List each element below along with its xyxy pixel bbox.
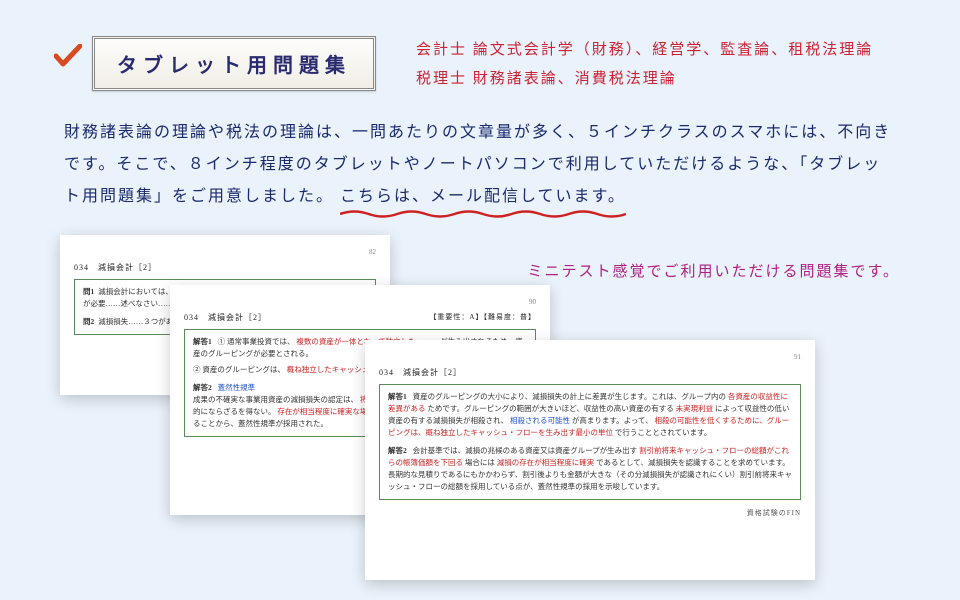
- a1-d: が高まります。よって、: [572, 416, 653, 425]
- checkmark-icon: [54, 44, 82, 68]
- subject-line-2: 税理士 財務諸表論、消費税法理論: [416, 65, 873, 94]
- page-tags: 【重要性：A】【難易度：普】: [429, 312, 536, 323]
- subject-line-1: 会計士 論文式会計学（財務）、経営学、監査論、租税法理論: [416, 36, 873, 65]
- page-number: 82: [74, 247, 376, 258]
- a2-head: 蓋然性規準: [218, 383, 256, 392]
- page-number: 90: [184, 297, 536, 308]
- a2-r2: 減損の存在が相当程度に確実: [497, 458, 595, 467]
- a2-c: であるとして、減損損失を認識することを求めています。: [596, 458, 790, 467]
- a1-part-c: ② 資産のグルーピングは、: [193, 365, 285, 374]
- answer-1: 解答1 資産のグルーピングの大小により、減損損失の計上に差異が生じます。これは、…: [388, 391, 792, 439]
- page-number: 91: [379, 352, 801, 363]
- a1-label: 解答1: [388, 391, 407, 403]
- answer-2-tail: 長期的な見積りであるにもかかわらず、割引後よりも金額が大きな（その分減損損失が認…: [388, 469, 792, 493]
- a1-bl1: 相殺される可能性: [510, 416, 570, 425]
- page-footer: 資格試験のFIN: [379, 508, 801, 519]
- page-previews: 82 034 減損会計［2］ 問1減損会計においては、資産のグルーピングが行われ…: [60, 235, 860, 600]
- page-header: 034 減損会計［2］: [379, 367, 801, 380]
- a1-a: 資産のグルーピングの大小により、減損損失の計上に差異が生じます。これは、グループ…: [413, 392, 726, 401]
- content-box: 解答1 資産のグルーピングの大小により、減損損失の計上に差異が生じます。これは、…: [379, 384, 801, 500]
- a2-label: 解答2: [193, 382, 212, 394]
- highlighted-phrase: こちらは、メール配信しています。: [340, 181, 626, 213]
- a2-part-a: 成果の不確実な事業用資産の減損損失の認定は、: [193, 395, 358, 404]
- title-badge: タブレット用問題集: [92, 36, 376, 91]
- q1-label: 問1: [83, 286, 94, 298]
- page-header: 034 減損会計［2］ 【重要性：A】【難易度：普】: [184, 312, 536, 325]
- a2-label: 解答2: [388, 445, 407, 457]
- a1-b: ためです。グルーピングの範囲が大きいほど、収益性の高い資産の有する: [427, 404, 673, 413]
- a1-label: 解答1: [193, 336, 212, 348]
- highlight-text: こちらは、メール配信しています。: [340, 188, 626, 205]
- a2-a: 会計基準では、減損の兆候のある資産又は資産グループが生み出す: [413, 446, 638, 455]
- squiggle-underline-icon: [340, 209, 626, 219]
- description-paragraph: 財務諸表論の理論や税法の理論は、一問あたりの文章量が多く、５インチクラスのスマホ…: [0, 93, 960, 213]
- answer-2: 解答2 会計基準では、減損の兆候のある資産又は資産グループが生み出す 割引前将来…: [388, 445, 792, 469]
- a2-b: 場合には: [465, 458, 495, 467]
- a1-r2: 未実現利益: [676, 404, 714, 413]
- subject-list: 会計士 論文式会計学（財務）、経営学、監査論、租税法理論 税理士 財務諸表論、消…: [416, 36, 873, 93]
- a1-e: で行うこととされています。: [615, 428, 712, 437]
- a2-d: 長期的な見積りであるにもかかわらず、割引後よりも金額が大きな（その分減損損失が認…: [388, 470, 792, 491]
- page-header: 034 減損会計［2］: [74, 262, 376, 275]
- a1-part-a: ① 通常事業投資では、: [218, 337, 295, 346]
- q2-label: 問2: [83, 316, 94, 328]
- page-header-text: 034 減損会計［2］: [184, 313, 267, 322]
- preview-page-3: 91 034 減損会計［2］ 解答1 資産のグルーピングの大小により、減損損失の…: [365, 340, 815, 580]
- header-row: タブレット用問題集 会計士 論文式会計学（財務）、経営学、監査論、租税法理論 税…: [0, 0, 960, 93]
